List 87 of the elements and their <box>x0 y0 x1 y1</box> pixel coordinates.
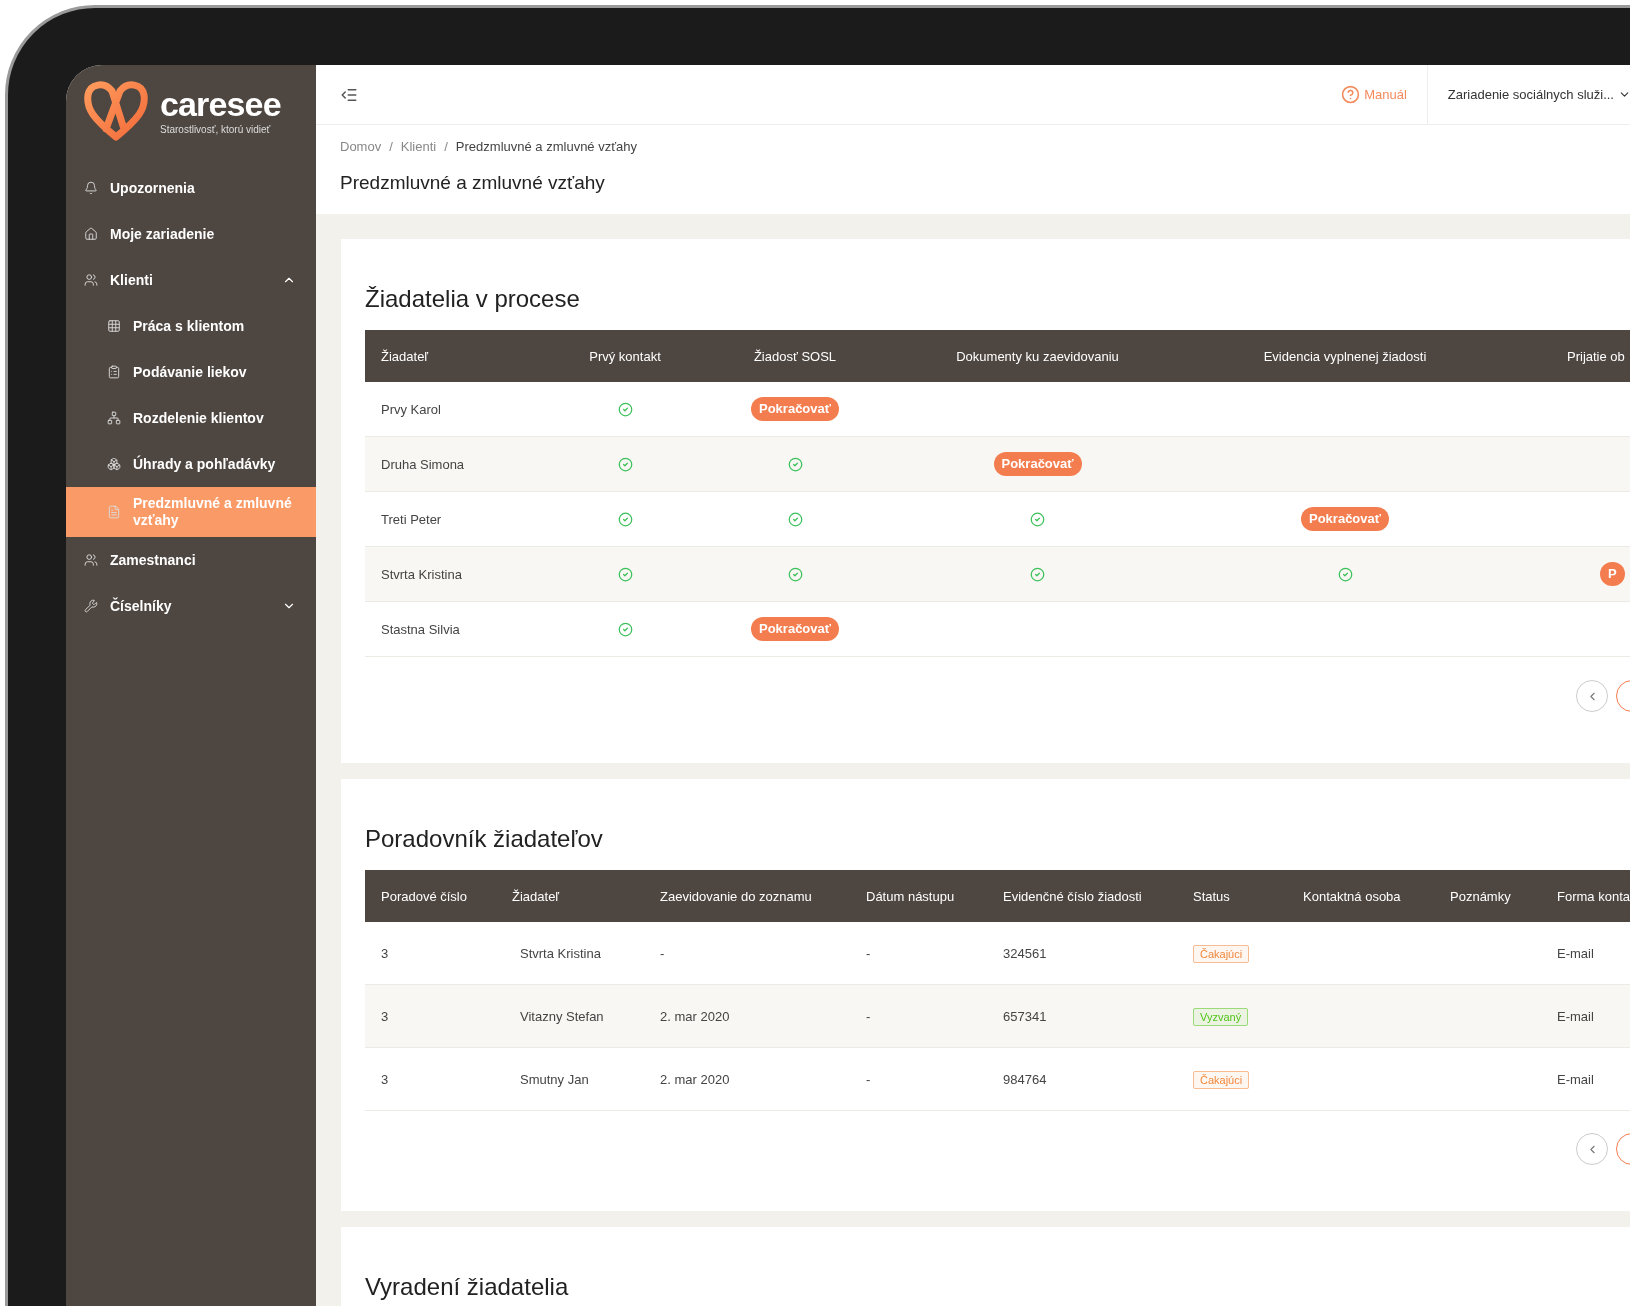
table-cell: 3 <box>381 946 389 961</box>
column-header: Poradové číslo <box>381 889 467 904</box>
column-header: Evidenčné číslo žiadosti <box>1003 889 1142 904</box>
table-cell: E-mail <box>1557 946 1594 961</box>
table-cell: E-mail <box>1557 1072 1594 1087</box>
boxes-icon <box>107 457 121 471</box>
check-icon <box>617 401 633 417</box>
breadcrumb-separator: / <box>444 138 448 156</box>
status-tag: Čakajúci <box>1193 945 1250 963</box>
column-header: Žiadateľ <box>381 349 429 364</box>
breadcrumb-separator: / <box>389 138 393 156</box>
table-cell: - <box>660 946 665 961</box>
table-cell: Stvrta Kristina <box>520 946 601 961</box>
sidebar-item[interactable]: Upozornenia <box>66 165 316 211</box>
table-cell: Smutny Jan <box>520 1072 589 1087</box>
sidebar-item[interactable]: Moje zariadenie <box>66 211 316 257</box>
column-header: Kontaktná osoba <box>1303 889 1401 904</box>
applicant-name: Prvy Karol <box>381 402 441 417</box>
column-header: Zaevidovanie do zoznamu <box>660 889 812 904</box>
column-header: Dokumenty ku zaevidovaniu <box>956 349 1119 364</box>
check-icon <box>787 511 803 527</box>
check-icon <box>1030 566 1045 582</box>
section-title: Vyradení žiadatelia <box>365 1272 570 1302</box>
section-title: Žiadatelia v procese <box>365 284 581 314</box>
grid-icon <box>107 319 121 333</box>
table-cell: 2. mar 2020 <box>660 1072 730 1087</box>
table-cell: 657341 <box>1003 1009 1047 1024</box>
breadcrumb-link[interactable]: Klienti <box>400 137 437 157</box>
brand-name: caresee <box>160 85 281 122</box>
table-cell: Vitazny Stefan <box>520 1009 604 1024</box>
table-cell: - <box>866 1072 871 1087</box>
section-title: Poradovník žiadateľov <box>365 824 604 854</box>
document-icon <box>107 505 121 519</box>
check-icon <box>617 511 633 527</box>
check-icon <box>617 456 633 472</box>
applicant-name: Stvrta Kristina <box>381 567 462 582</box>
status-tag: Čakajúci <box>1193 1071 1250 1089</box>
applicant-name: Stastna Silvia <box>381 622 460 637</box>
sidebar-item[interactable]: Číselníky <box>66 583 316 629</box>
column-header: Poznámky <box>1450 889 1511 904</box>
table-cell: 324561 <box>1003 946 1047 961</box>
applicant-name: Treti Peter <box>381 512 442 527</box>
house-icon <box>84 227 98 241</box>
sidebar-item[interactable]: Rozdelenie klientov <box>66 395 316 441</box>
table-cell: 2. mar 2020 <box>660 1009 730 1024</box>
check-icon <box>617 621 633 637</box>
heart-logo-icon <box>84 79 148 143</box>
people-icon <box>84 553 98 567</box>
facility-dropdown[interactable]: Zariadenie sociálnych služi... <box>1426 65 1630 124</box>
column-header: Forma konta <box>1557 889 1630 904</box>
table-cell: E-mail <box>1557 1009 1594 1024</box>
column-header: Dátum nástupu <box>866 889 955 904</box>
check-icon <box>787 566 803 582</box>
sidebar-item[interactable]: Zamestnanci <box>66 537 316 583</box>
table-cell: 984764 <box>1003 1072 1047 1087</box>
bell-icon <box>84 181 98 195</box>
previous-page-button[interactable] <box>1576 680 1608 712</box>
clipboard-icon <box>107 365 121 379</box>
column-header: Evidencia vyplnenej žiadosti <box>1263 349 1427 364</box>
brand-tagline: Starostlivosť, ktorú vidieť <box>160 122 272 137</box>
column-header: Status <box>1193 889 1230 904</box>
table-cell: 3 <box>381 1009 389 1024</box>
previous-page-button[interactable] <box>1576 1133 1608 1165</box>
column-header: Prvý kontakt <box>589 349 661 364</box>
people-icon <box>84 273 98 287</box>
sidebar-item[interactable]: Klienti <box>66 257 316 303</box>
sidebar-item[interactable]: Úhrady a pohľadávky <box>66 441 316 487</box>
applicant-name: Druha Simona <box>381 457 465 472</box>
page-title: Predzmluvné a zmluvné vzťahy <box>340 170 606 195</box>
table-cell: - <box>866 946 871 961</box>
help-icon <box>1341 85 1361 104</box>
table-cell: 3 <box>381 1072 389 1087</box>
column-header: Prijatie ob <box>1567 349 1625 364</box>
breadcrumb-link[interactable]: Domov <box>340 137 382 157</box>
column-header: Žiadosť SOSL <box>753 349 837 364</box>
sidebar-item[interactable]: Podávanie liekov <box>66 349 316 395</box>
network-icon <box>107 411 121 425</box>
check-icon <box>1337 566 1353 582</box>
check-icon <box>787 456 803 472</box>
sidebar-item[interactable]: Práca s klientom <box>66 303 316 349</box>
status-tag: Vyzvaný <box>1193 1008 1249 1026</box>
breadcrumb-link[interactable]: Predzmluvné a zmluvné vzťahy <box>455 137 638 157</box>
check-icon <box>1030 511 1045 527</box>
check-icon <box>617 566 633 582</box>
table-cell: - <box>866 1009 871 1024</box>
column-header: Žiadateľ <box>512 889 560 904</box>
wrench-icon <box>84 599 98 613</box>
